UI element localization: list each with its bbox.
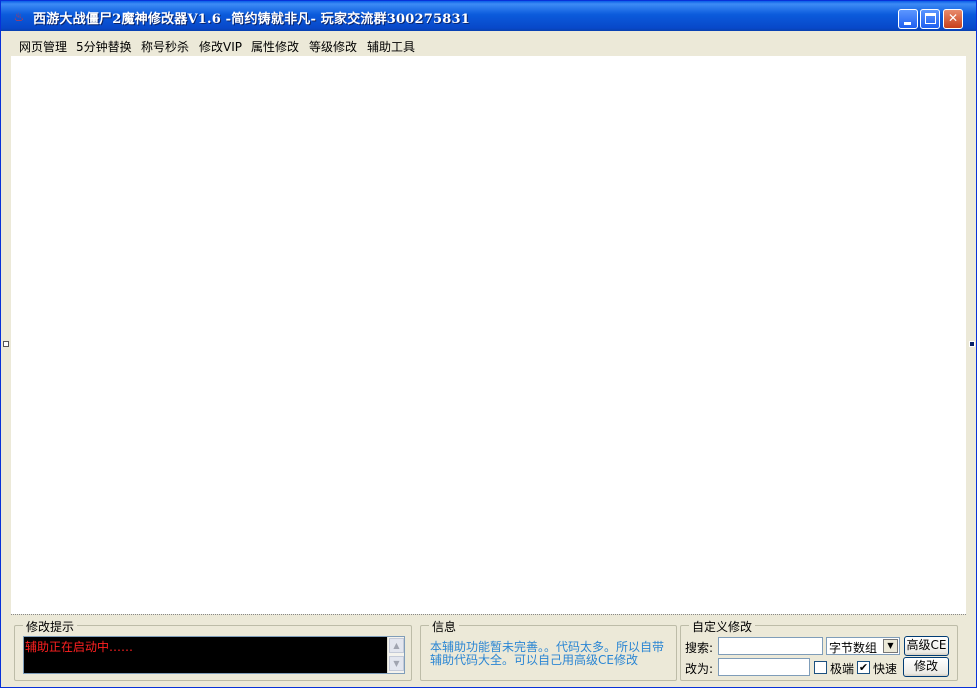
- minimize-button[interactable]: [898, 9, 918, 29]
- hint-message: 辅助正在启动中……: [25, 640, 134, 654]
- chevron-down-icon[interactable]: ▼: [883, 639, 898, 653]
- app-icon[interactable]: ♨: [12, 10, 26, 24]
- hint-scrollbar[interactable]: ▲ ▼: [387, 637, 404, 673]
- extreme-label: 极端: [830, 662, 855, 676]
- resize-handle-right[interactable]: [969, 341, 975, 347]
- menu-bar: 网页管理 5分钟替换 称号秒杀 修改VIP 属性修改 等级修改 辅助工具: [9, 34, 967, 56]
- info-line-2: 辅助代码大全。可以自己用高级CE修改: [430, 653, 638, 667]
- close-icon: ✕: [947, 11, 959, 25]
- hint-textarea[interactable]: 辅助正在启动中…… ▲ ▼: [23, 636, 405, 674]
- minimize-icon: [904, 22, 911, 25]
- window-title: 西游大战僵尸2魔神修改器V1.6 -简约铸就非凡- 玩家交流群300275831: [33, 12, 471, 27]
- splitter[interactable]: [11, 614, 966, 615]
- resize-handle-left[interactable]: [3, 341, 9, 347]
- extreme-checkbox[interactable]: [814, 661, 827, 674]
- hint-group-title: 修改提示: [23, 618, 78, 635]
- replace-label: 改为:: [685, 662, 714, 676]
- data-type-select[interactable]: 字节数组 ▼: [826, 637, 900, 655]
- info-text: 本辅助功能暂未完善。。代码太多。所以自带 辅助代码大全。可以自己用高级CE修改: [430, 641, 674, 667]
- maximize-button[interactable]: [920, 9, 940, 29]
- menu-level-modify[interactable]: 等级修改: [309, 38, 357, 55]
- search-input[interactable]: [718, 637, 823, 655]
- scroll-up-icon[interactable]: ▲: [389, 638, 404, 653]
- content-area: [11, 56, 966, 614]
- data-type-value: 字节数组: [829, 641, 878, 655]
- maximize-icon: [925, 13, 936, 24]
- custom-group-title: 自定义修改: [689, 618, 756, 635]
- app-window: ♨ 西游大战僵尸2魔神修改器V1.6 -简约铸就非凡- 玩家交流群3002758…: [0, 0, 977, 688]
- menu-modify-vip[interactable]: 修改VIP: [199, 38, 242, 55]
- fast-checkbox[interactable]: ✔: [857, 661, 870, 674]
- replace-input[interactable]: [718, 658, 810, 676]
- menu-title-kill[interactable]: 称号秒杀: [141, 38, 189, 55]
- menu-5min-replace[interactable]: 5分钟替换: [76, 38, 132, 55]
- info-group: 信息 本辅助功能暂未完善。。代码太多。所以自带 辅助代码大全。可以自己用高级CE…: [420, 618, 677, 681]
- search-label: 搜索:: [685, 641, 714, 655]
- custom-modify-group: 自定义修改 搜索: 字节数组 ▼ 高级CE 改为: 极端 ✔ 快速 修改: [680, 618, 958, 681]
- menu-helper-tools[interactable]: 辅助工具: [367, 38, 415, 55]
- advanced-ce-button[interactable]: 高级CE: [904, 636, 949, 656]
- menu-attribute-modify[interactable]: 属性修改: [251, 38, 299, 55]
- info-group-title: 信息: [429, 618, 460, 635]
- close-button[interactable]: ✕: [943, 9, 963, 29]
- scroll-down-icon[interactable]: ▼: [389, 656, 404, 671]
- title-bar[interactable]: ♨ 西游大战僵尸2魔神修改器V1.6 -简约铸就非凡- 玩家交流群3002758…: [1, 1, 976, 31]
- modify-button[interactable]: 修改: [903, 657, 949, 677]
- hint-group: 修改提示 辅助正在启动中…… ▲ ▼: [14, 618, 412, 681]
- menu-web-manage[interactable]: 网页管理: [19, 38, 67, 55]
- fast-label: 快速: [873, 662, 898, 676]
